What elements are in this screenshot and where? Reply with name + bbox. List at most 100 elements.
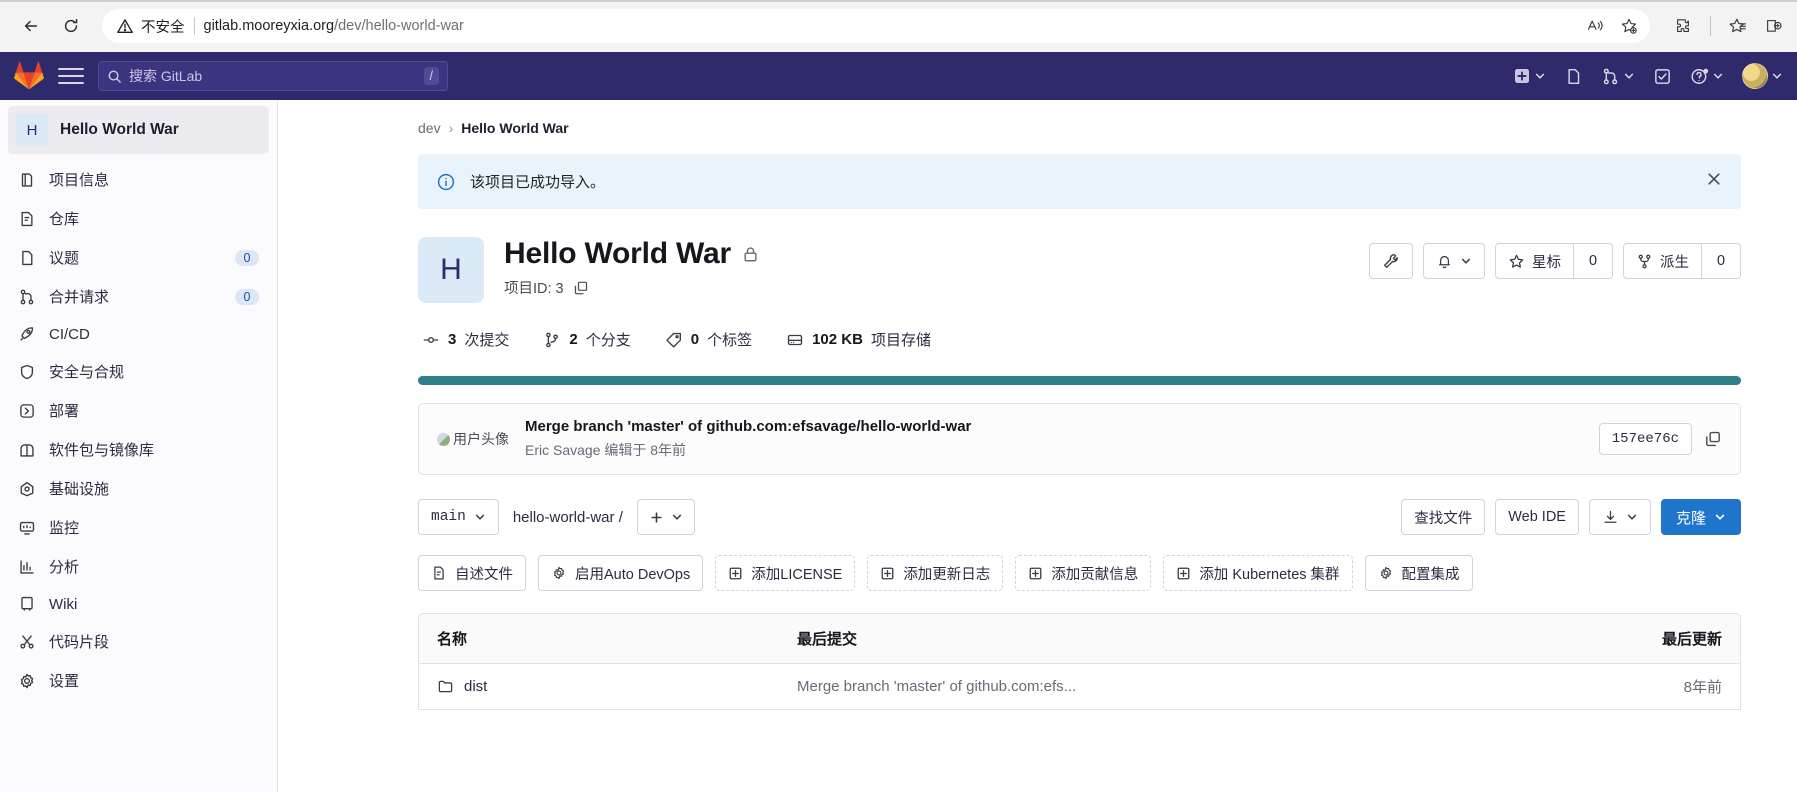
web-ide-button[interactable]: Web IDE	[1495, 499, 1579, 535]
merge-requests-button[interactable]	[1601, 67, 1635, 86]
security-indicator[interactable]: 不安全	[116, 16, 185, 37]
menu-toggle-button[interactable]	[58, 63, 84, 89]
toolbar-divider	[1710, 16, 1711, 36]
url-text: gitlab.mooreyxia.org/dev/hello-world-war	[204, 18, 464, 34]
repo-path-name[interactable]: hello-world-war	[513, 509, 615, 526]
stat-value: 3	[448, 331, 457, 348]
breadcrumb-current[interactable]: Hello World War	[461, 120, 568, 136]
commit-message[interactable]: Merge branch 'master' of github.com:efsa…	[525, 418, 971, 435]
help-button[interactable]	[1690, 67, 1724, 86]
rocket-icon	[20, 327, 34, 341]
quick-action-configure-integrations[interactable]: 配置集成	[1364, 555, 1473, 591]
quick-action-add-contribution[interactable]: 添加贡献信息	[1015, 555, 1152, 591]
create-new-button[interactable]	[1513, 67, 1546, 85]
commit-sha[interactable]: 157ee76c	[1598, 423, 1692, 455]
back-arrow-icon	[24, 20, 38, 32]
reload-button[interactable]	[54, 9, 88, 43]
settings-wrench-button[interactable]	[1369, 243, 1413, 279]
help-icon	[1691, 68, 1709, 84]
sidebar-item-issues[interactable]: 议题 0	[0, 238, 277, 277]
alert-close-button[interactable]	[1705, 170, 1723, 193]
copy-icon[interactable]	[1704, 430, 1722, 448]
sidebar-item-packages-registries[interactable]: 软件包与镜像库	[0, 430, 277, 469]
add-to-repo-button[interactable]	[636, 499, 695, 535]
chevron-down-icon	[1713, 73, 1723, 79]
quick-action-add-license[interactable]: 添加LICENSE	[715, 555, 856, 591]
package-icon	[20, 443, 34, 457]
star-button[interactable]: 星标	[1495, 243, 1573, 279]
fork-button[interactable]: 派生	[1623, 243, 1701, 279]
sidebar-item-snippets[interactable]: 代码片段	[0, 622, 277, 661]
quick-action-add-kubernetes[interactable]: 添加 Kubernetes 集群	[1163, 555, 1353, 591]
issues-icon	[1568, 68, 1580, 84]
commit-author[interactable]: Eric Savage	[525, 442, 600, 458]
last-commit-box: 用户头像 Merge branch 'master' of github.com…	[418, 403, 1741, 475]
search-placeholder: 搜索 GitLab	[129, 68, 203, 84]
web-ide-label: Web IDE	[1508, 509, 1566, 525]
todos-button[interactable]	[1653, 67, 1672, 86]
star-count[interactable]: 0	[1573, 243, 1613, 279]
star-button-group: 星标 0	[1495, 243, 1613, 279]
omnibox-divider	[193, 17, 195, 35]
sidebar-item-merge-requests[interactable]: 合并请求 0	[0, 277, 277, 316]
star-label: 星标	[1532, 254, 1561, 271]
extensions-icon[interactable]	[1674, 17, 1692, 35]
user-menu-button[interactable]	[1742, 63, 1783, 89]
download-source-button[interactable]	[1588, 499, 1651, 535]
back-button[interactable]	[14, 9, 48, 43]
table-row[interactable]: dist Merge branch 'master' of github.com…	[419, 664, 1740, 709]
infrastructure-icon	[20, 481, 34, 496]
sidebar-item-repository[interactable]: 仓库	[0, 199, 277, 238]
chevron-down-icon	[1535, 73, 1545, 79]
breadcrumb-root[interactable]: dev	[418, 120, 441, 136]
sidebar-item-settings[interactable]: 设置	[0, 661, 277, 700]
sidebar-item-security-compliance[interactable]: 安全与合规	[0, 352, 277, 391]
quick-action-label: 自述文件	[455, 566, 513, 583]
repo-path-separator: /	[618, 508, 623, 526]
sidebar-item-monitor[interactable]: 监控	[0, 508, 277, 547]
add-favorite-icon[interactable]	[1620, 17, 1638, 35]
sidebar-item-wiki[interactable]: Wiki	[0, 586, 277, 622]
stat-commits[interactable]: 3 次提交	[422, 329, 509, 350]
branch-selector[interactable]: main	[418, 499, 499, 535]
security-text: 不安全	[141, 19, 185, 36]
read-aloud-icon[interactable]	[1586, 17, 1604, 35]
stat-branches[interactable]: 2 个分支	[543, 329, 631, 350]
chevron-down-icon	[1772, 73, 1782, 79]
sidebar-label: 基础设施	[49, 481, 110, 498]
sidebar-item-deploy[interactable]: 部署	[0, 391, 277, 430]
quick-action-auto-devops[interactable]: 启用Auto DevOps	[538, 555, 704, 591]
project-id: 项目ID: 3	[504, 277, 760, 298]
quick-action-add-changelog[interactable]: 添加更新日志	[867, 555, 1004, 591]
favorites-list-icon[interactable]	[1729, 17, 1747, 35]
file-name-cell[interactable]: dist	[437, 678, 797, 695]
sidebar-item-cicd[interactable]: CI/CD	[0, 316, 277, 352]
issues-button[interactable]	[1564, 67, 1583, 86]
stat-storage[interactable]: 102 KB 项目存储	[786, 329, 931, 350]
sidebar-item-analytics[interactable]: 分析	[0, 547, 277, 586]
sidebar-item-project-information[interactable]: 项目信息	[0, 160, 277, 199]
sidebar-project-header[interactable]: H Hello World War	[8, 106, 269, 154]
deploy-icon	[20, 403, 34, 418]
address-bar[interactable]: 不安全 gitlab.mooreyxia.org/dev/hello-world…	[102, 9, 1650, 43]
info-icon	[437, 173, 455, 190]
gitlab-logo-icon[interactable]	[14, 61, 44, 91]
find-file-button[interactable]: 查找文件	[1401, 499, 1486, 535]
notification-settings-button[interactable]	[1423, 243, 1485, 279]
stat-tags[interactable]: 0 个标签	[665, 329, 752, 350]
file-updated-cell: 8年前	[1683, 679, 1722, 696]
column-header-name: 名称	[437, 631, 468, 648]
fork-count[interactable]: 0	[1701, 243, 1741, 279]
file-toolbar-actions: 查找文件 Web IDE 克隆	[1401, 499, 1741, 535]
collections-icon[interactable]	[1765, 17, 1783, 35]
sidebar-item-infrastructure[interactable]: 基础设施	[0, 469, 277, 508]
lock-icon	[744, 246, 757, 261]
quick-action-readme[interactable]: 自述文件	[418, 555, 526, 591]
copy-icon[interactable]	[573, 280, 589, 296]
chevron-down-icon	[672, 514, 682, 520]
gear-icon	[1380, 566, 1391, 580]
sidebar-project-name: Hello World War	[60, 121, 179, 138]
search-input[interactable]: 搜索 GitLab /	[98, 61, 448, 91]
clone-button[interactable]: 克隆	[1660, 499, 1741, 535]
file-commit-cell[interactable]: Merge branch 'master' of github.com:efs.…	[797, 678, 1602, 695]
